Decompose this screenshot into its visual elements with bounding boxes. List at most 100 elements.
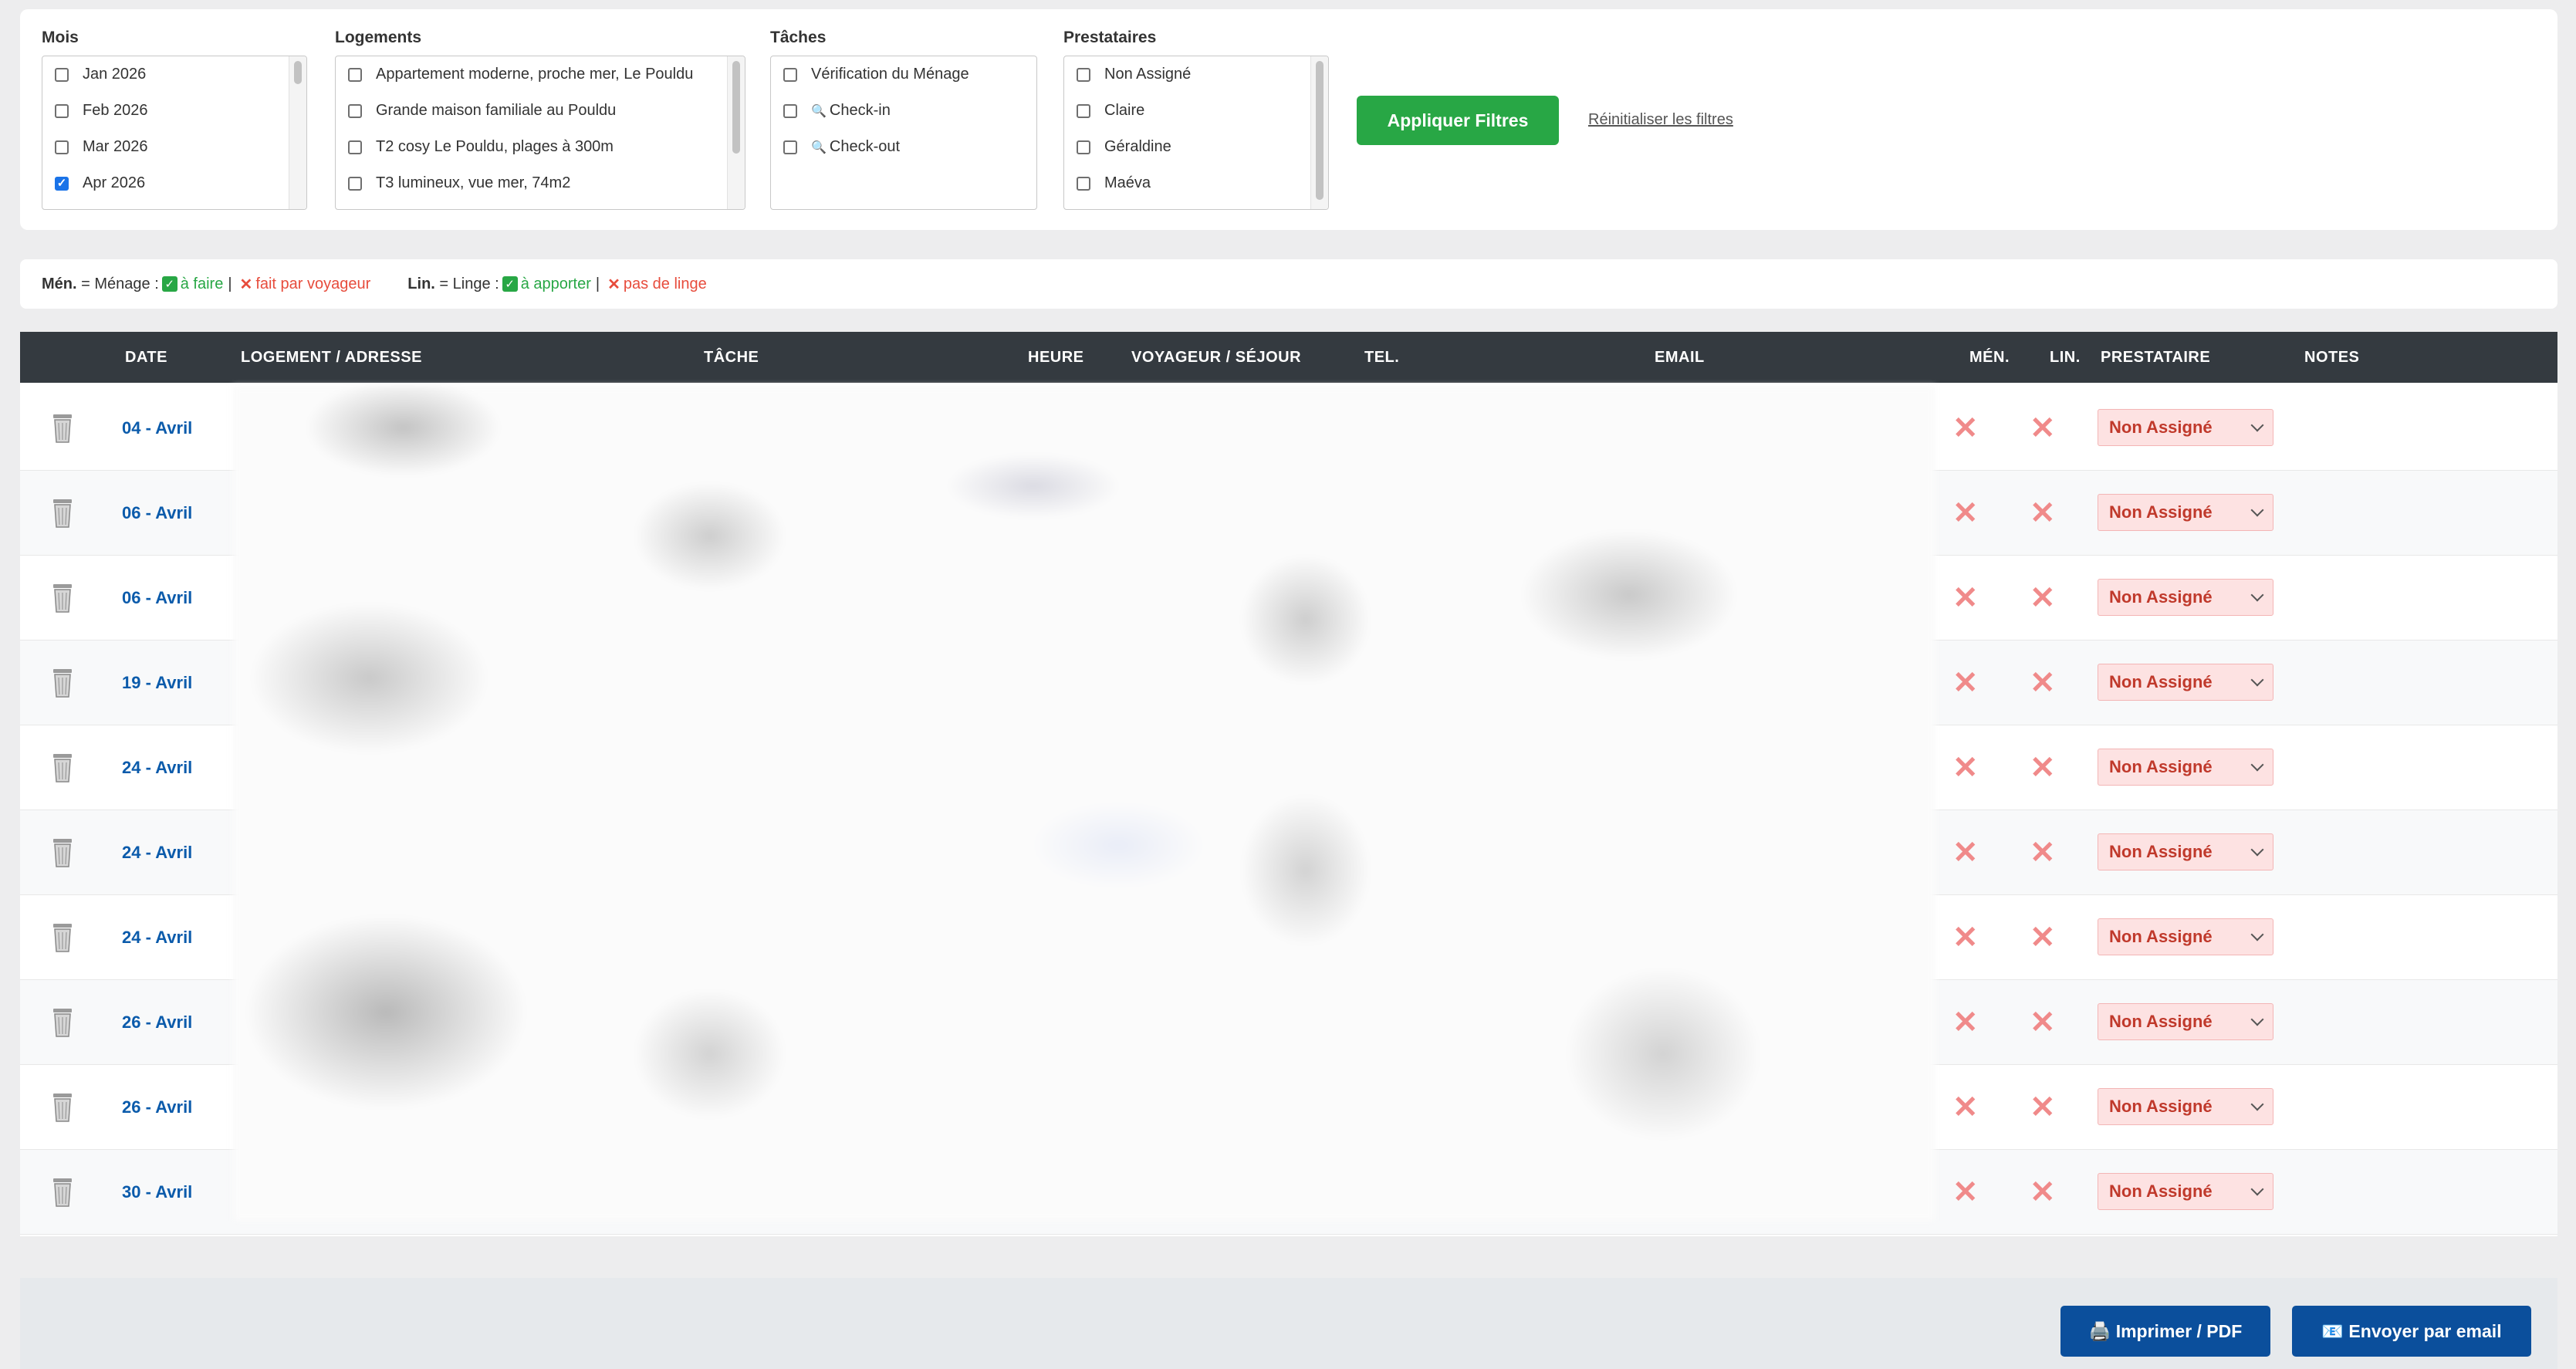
task-date[interactable]: 06 - Avril bbox=[122, 471, 192, 556]
scrollbar-thumb[interactable] bbox=[294, 61, 302, 84]
filter-option-logement[interactable]: T3 lumineux, vue mer, 74m2 bbox=[336, 165, 745, 201]
filter-option-tache[interactable]: Vérification du Ménage bbox=[771, 56, 1036, 93]
filter-option-prestataire[interactable]: Non Assigné bbox=[1064, 56, 1328, 93]
checkbox[interactable] bbox=[783, 67, 797, 82]
checkbox[interactable] bbox=[348, 176, 362, 191]
checkbox[interactable] bbox=[348, 67, 362, 82]
filter-option-tache[interactable]: 🔍 Check-in bbox=[771, 93, 1036, 129]
checkbox[interactable] bbox=[1077, 67, 1090, 82]
trash-icon[interactable] bbox=[51, 413, 74, 444]
task-date[interactable]: 06 - Avril bbox=[122, 556, 192, 641]
task-date[interactable]: 26 - Avril bbox=[122, 1065, 192, 1150]
column-header-men[interactable]: MÉN. bbox=[1969, 332, 2010, 383]
filter-option-tache[interactable]: 🔍 Check-out bbox=[771, 129, 1036, 165]
cross-icon[interactable]: ✕ bbox=[1952, 725, 1979, 810]
checkbox[interactable] bbox=[783, 140, 797, 154]
column-header-logement[interactable]: LOGEMENT / ADRESSE bbox=[241, 332, 422, 383]
cross-icon[interactable]: ✕ bbox=[2030, 980, 2056, 1065]
scrollbar-thumb[interactable] bbox=[732, 61, 740, 154]
column-header-tache[interactable]: TÂCHE bbox=[704, 332, 759, 383]
column-header-prestataire[interactable]: PRESTATAIRE bbox=[2101, 332, 2210, 383]
cross-icon[interactable]: ✕ bbox=[1952, 386, 1979, 471]
filter-option-mois[interactable]: Mar 2026 bbox=[42, 129, 306, 165]
cross-icon[interactable]: ✕ bbox=[2030, 810, 2056, 895]
column-header-email[interactable]: EMAIL bbox=[1655, 332, 1705, 383]
checkbox[interactable] bbox=[348, 103, 362, 118]
cross-icon[interactable]: ✕ bbox=[1952, 471, 1979, 556]
filter-option-prestataire[interactable]: Claire bbox=[1064, 93, 1328, 129]
task-date[interactable]: 30 - Avril bbox=[122, 1150, 192, 1235]
cross-icon[interactable]: ✕ bbox=[2030, 1150, 2056, 1235]
column-header-lin[interactable]: LIN. bbox=[2050, 332, 2081, 383]
prestataire-select[interactable]: Non Assigné bbox=[2098, 1173, 2273, 1210]
column-header-date[interactable]: DATE bbox=[125, 332, 167, 383]
cross-icon[interactable]: ✕ bbox=[1952, 980, 1979, 1065]
trash-icon[interactable] bbox=[51, 668, 74, 698]
reset-filters-link[interactable]: Réinitialiser les filtres bbox=[1588, 111, 1733, 129]
task-date[interactable]: 26 - Avril bbox=[122, 980, 192, 1065]
print-pdf-button[interactable]: 🖨️ Imprimer / PDF bbox=[2060, 1306, 2270, 1357]
filter-list-logements[interactable]: Appartement moderne, proche mer, Le Poul… bbox=[335, 56, 745, 210]
cross-icon[interactable]: ✕ bbox=[2030, 1065, 2056, 1150]
cross-icon[interactable]: ✕ bbox=[1952, 810, 1979, 895]
scrollbar[interactable] bbox=[1310, 56, 1328, 209]
cross-icon[interactable]: ✕ bbox=[1952, 1150, 1979, 1235]
column-header-notes[interactable]: NOTES bbox=[2304, 332, 2359, 383]
cross-icon[interactable]: ✕ bbox=[2030, 641, 2056, 725]
trash-icon[interactable] bbox=[51, 583, 74, 614]
filter-option-mois[interactable]: Apr 2026 bbox=[42, 165, 306, 201]
prestataire-select[interactable]: Non Assigné bbox=[2098, 1088, 2273, 1125]
prestataire-select[interactable]: Non Assigné bbox=[2098, 664, 2273, 701]
prestataire-select[interactable]: Non Assigné bbox=[2098, 833, 2273, 870]
checkbox[interactable] bbox=[783, 103, 797, 118]
trash-icon[interactable] bbox=[51, 752, 74, 783]
filter-option-prestataire[interactable]: Maéva bbox=[1064, 165, 1328, 201]
filter-option-prestataire[interactable]: Géraldine bbox=[1064, 129, 1328, 165]
send-email-button[interactable]: 📧 Envoyer par email bbox=[2292, 1306, 2531, 1357]
cross-icon[interactable]: ✕ bbox=[2030, 895, 2056, 980]
scrollbar-thumb[interactable] bbox=[1316, 61, 1323, 200]
prestataire-select[interactable]: Non Assigné bbox=[2098, 409, 2273, 446]
scrollbar[interactable] bbox=[289, 56, 306, 209]
trash-icon[interactable] bbox=[51, 1177, 74, 1208]
scrollbar[interactable] bbox=[727, 56, 745, 209]
filter-option-logement[interactable]: T2 cosy Le Pouldu, plages à 300m bbox=[336, 129, 745, 165]
checkbox[interactable] bbox=[348, 140, 362, 154]
trash-icon[interactable] bbox=[51, 1007, 74, 1038]
prestataire-select[interactable]: Non Assigné bbox=[2098, 579, 2273, 616]
cross-icon[interactable]: ✕ bbox=[2030, 386, 2056, 471]
cross-icon[interactable]: ✕ bbox=[1952, 556, 1979, 641]
task-date[interactable]: 24 - Avril bbox=[122, 725, 192, 810]
cross-icon[interactable]: ✕ bbox=[1952, 641, 1979, 725]
trash-icon[interactable] bbox=[51, 922, 74, 953]
task-date[interactable]: 24 - Avril bbox=[122, 810, 192, 895]
checkbox[interactable] bbox=[1077, 140, 1090, 154]
filter-option-logement[interactable]: Appartement moderne, proche mer, Le Poul… bbox=[336, 56, 745, 93]
filter-list-prestataires[interactable]: Non Assigné Claire Géraldine Maéva bbox=[1063, 56, 1329, 210]
checkbox[interactable] bbox=[55, 103, 69, 118]
column-header-tel[interactable]: TEL. bbox=[1364, 332, 1399, 383]
cross-icon[interactable]: ✕ bbox=[1952, 895, 1979, 980]
checkbox-checked[interactable] bbox=[55, 176, 69, 191]
checkbox[interactable] bbox=[55, 140, 69, 154]
prestataire-select[interactable]: Non Assigné bbox=[2098, 918, 2273, 955]
cross-icon[interactable]: ✕ bbox=[1952, 1065, 1979, 1150]
task-date[interactable]: 19 - Avril bbox=[122, 641, 192, 725]
task-date[interactable]: 04 - Avril bbox=[122, 386, 192, 471]
filter-option-logement[interactable]: Grande maison familiale au Pouldu bbox=[336, 93, 745, 129]
trash-icon[interactable] bbox=[51, 837, 74, 868]
checkbox[interactable] bbox=[1077, 176, 1090, 191]
checkbox[interactable] bbox=[55, 67, 69, 82]
prestataire-select[interactable]: Non Assigné bbox=[2098, 494, 2273, 531]
prestataire-select[interactable]: Non Assigné bbox=[2098, 749, 2273, 786]
filter-option-mois[interactable]: Feb 2026 bbox=[42, 93, 306, 129]
filter-list-taches[interactable]: Vérification du Ménage 🔍 Check-in 🔍 Check-… bbox=[770, 56, 1037, 210]
filter-list-mois[interactable]: Jan 2026 Feb 2026 Mar 2026 Apr 2026 bbox=[42, 56, 307, 210]
filter-option-mois[interactable]: Jan 2026 bbox=[42, 56, 306, 93]
cross-icon[interactable]: ✕ bbox=[2030, 471, 2056, 556]
trash-icon[interactable] bbox=[51, 498, 74, 529]
cross-icon[interactable]: ✕ bbox=[2030, 556, 2056, 641]
column-header-voyageur[interactable]: VOYAGEUR / SÉJOUR bbox=[1131, 332, 1301, 383]
task-date[interactable]: 24 - Avril bbox=[122, 895, 192, 980]
trash-icon[interactable] bbox=[51, 1092, 74, 1123]
